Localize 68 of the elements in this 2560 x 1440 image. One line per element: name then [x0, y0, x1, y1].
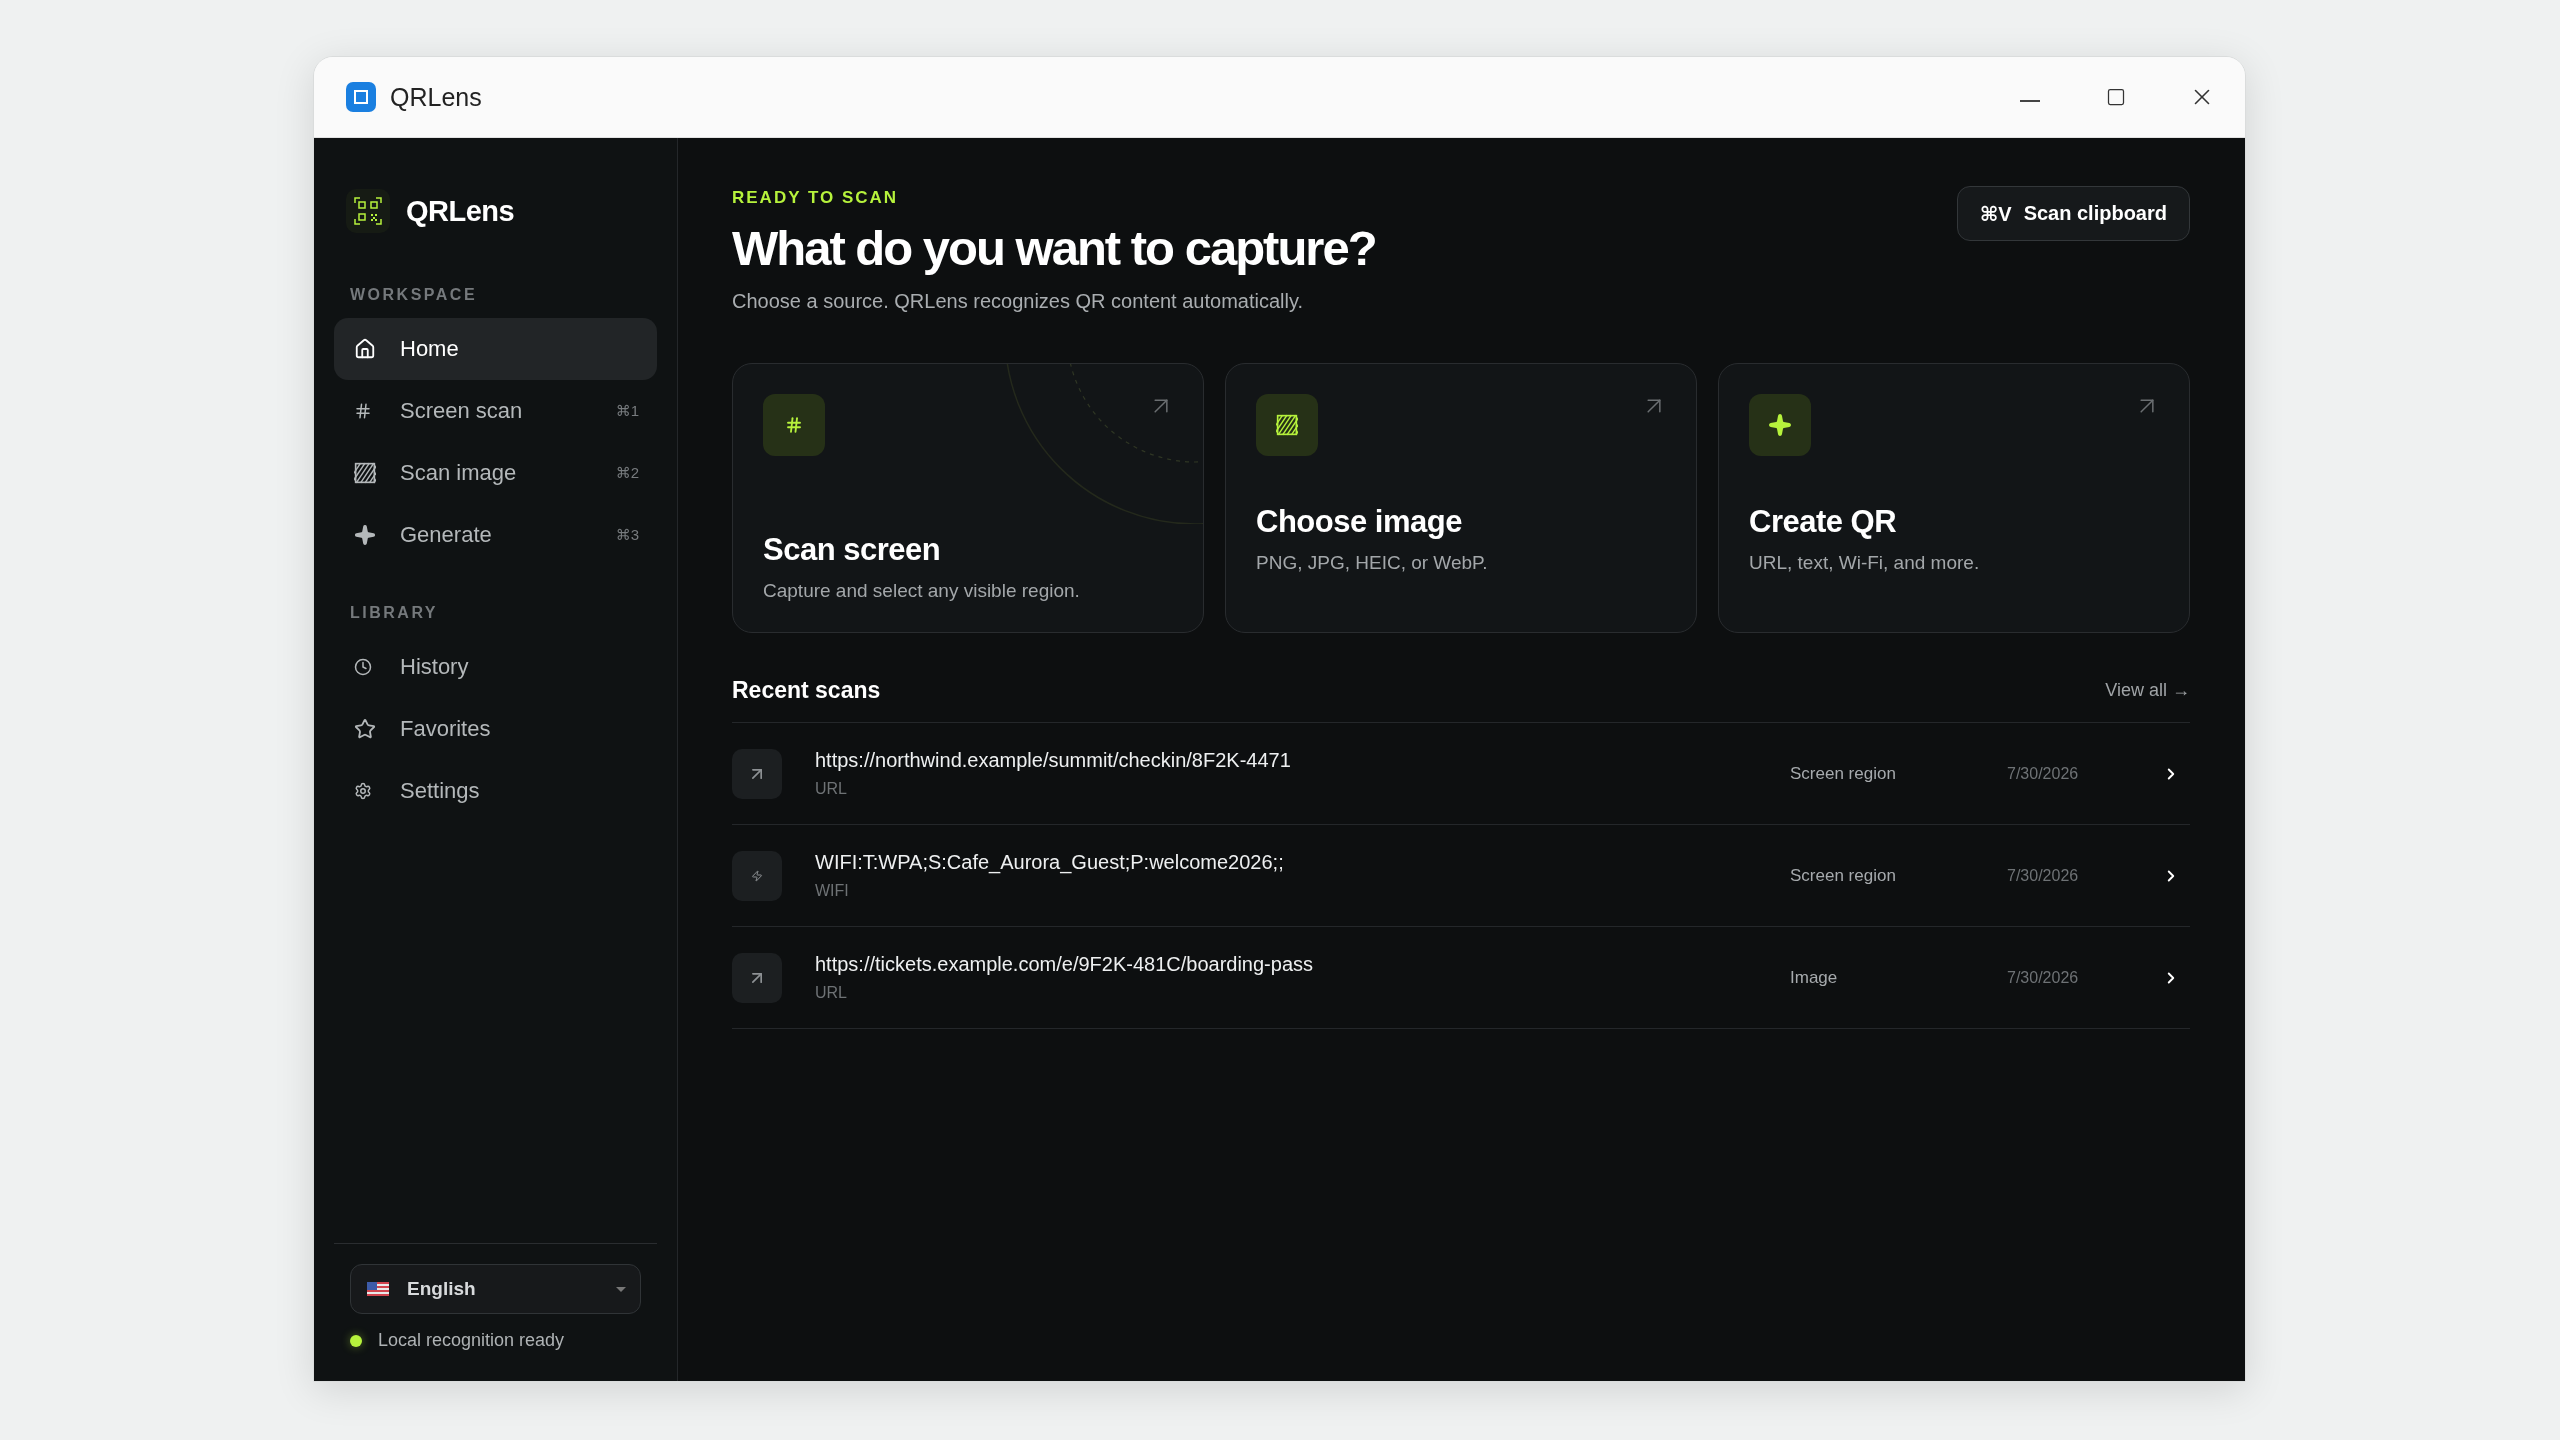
nav-item[interactable]: Scan image ⌘2 — [334, 442, 657, 504]
scan-date: 7/30/2026 — [2007, 866, 2080, 885]
nav-label: Settings — [400, 778, 480, 804]
page-heading: What do you want to capture? — [732, 220, 1376, 276]
star-icon — [354, 718, 376, 740]
window-title: QRLens — [390, 82, 482, 112]
scan-type: WIFI — [815, 882, 850, 900]
scan-type: URL — [815, 780, 848, 798]
brand-name: QRLens — [406, 194, 515, 228]
sparkle-icon — [1768, 413, 1792, 437]
hatched-square-icon — [354, 462, 376, 484]
section-label: LIBRARY — [349, 603, 439, 623]
card-title: Create QR — [1749, 504, 1898, 540]
nav-label: History — [400, 654, 469, 680]
shortcut-hint: ⌘2 — [615, 464, 639, 482]
language-dropdown[interactable]: English — [350, 1264, 641, 1314]
card-title: Choose image — [1256, 504, 1463, 540]
nav-item[interactable]: Generate ⌘3 — [334, 504, 657, 566]
hatched-square-icon — [1276, 414, 1298, 436]
bolt-icon — [751, 869, 763, 882]
nav-label: Favorites — [400, 716, 491, 742]
status-dot — [350, 1334, 362, 1347]
shortcut-hint: ⌘1 — [615, 402, 639, 420]
scan-content: https://northwind.example/summit/checkin/8F2K-4471 — [815, 749, 1292, 772]
nav-item[interactable]: Favorites — [334, 698, 657, 760]
page-subtitle: Choose a source. QRLens recognizes QR content automatically. — [732, 290, 1305, 313]
scan-source: Screen region — [1790, 763, 1897, 784]
app-icon — [346, 82, 376, 112]
scan-content: WIFI:T:WPA;S:Cafe_Aurora_Guest;P:welcome2026;; — [815, 851, 1285, 874]
scan-date: 7/30/2026 — [2007, 968, 2080, 987]
nav-label: Home — [400, 336, 459, 362]
nav-label: Scan image — [400, 460, 517, 486]
maximize-icon — [2106, 87, 2126, 107]
hash-icon — [785, 416, 803, 434]
caret-icon — [616, 1286, 626, 1292]
hash-icon — [354, 402, 372, 420]
source-card[interactable]: Choose image PNG, JPG, HEIC, or WebP. — [1225, 363, 1697, 633]
scan-source: Image — [1790, 967, 1839, 988]
section-label: WORKSPACE — [349, 285, 479, 305]
section-title: Recent scans — [732, 677, 881, 704]
view-all-link[interactable]: View all → — [2105, 680, 2190, 701]
card-description: Capture and select any visible region. — [763, 580, 1081, 602]
scan-type: URL — [815, 984, 848, 1002]
scan-date: 7/30/2026 — [2007, 764, 2080, 783]
source-card[interactable]: Create QR URL, text, Wi-Fi, and more. — [1718, 363, 2190, 633]
nav-item[interactable]: Home — [334, 318, 657, 380]
scan-clipboard-button[interactable]: ⌘V Scan clipboard — [1956, 186, 2190, 241]
shortcut-hint: ⌘3 — [615, 526, 639, 544]
card-description: URL, text, Wi-Fi, and more. — [1749, 552, 1981, 574]
flag-icon — [367, 1282, 389, 1296]
sparkle-icon — [354, 524, 376, 546]
nav-item[interactable]: Screen scan ⌘1 — [334, 380, 657, 442]
eyebrow-label: READY TO SCAN — [732, 188, 900, 208]
clock-icon — [354, 658, 372, 676]
minimize-icon — [2020, 100, 2040, 102]
qr-logo-icon — [346, 189, 390, 233]
nav-item[interactable]: Settings — [334, 760, 657, 822]
card-title: Scan screen — [763, 532, 942, 568]
nav-label: Generate — [400, 522, 492, 548]
scan-content: https://tickets.example.com/e/9F2K-481C/boarding-pass — [815, 953, 1315, 976]
source-card[interactable]: Scan screen Capture and select any visible region. — [732, 363, 1204, 633]
card-description: PNG, JPG, HEIC, or WebP. — [1256, 552, 1489, 574]
status-text: Local recognition ready — [378, 1330, 565, 1351]
scan-source: Screen region — [1790, 865, 1897, 886]
nav-label: Screen scan — [400, 398, 523, 424]
home-icon — [354, 338, 376, 360]
nav-item[interactable]: History — [334, 636, 657, 698]
gear-icon — [354, 782, 372, 800]
